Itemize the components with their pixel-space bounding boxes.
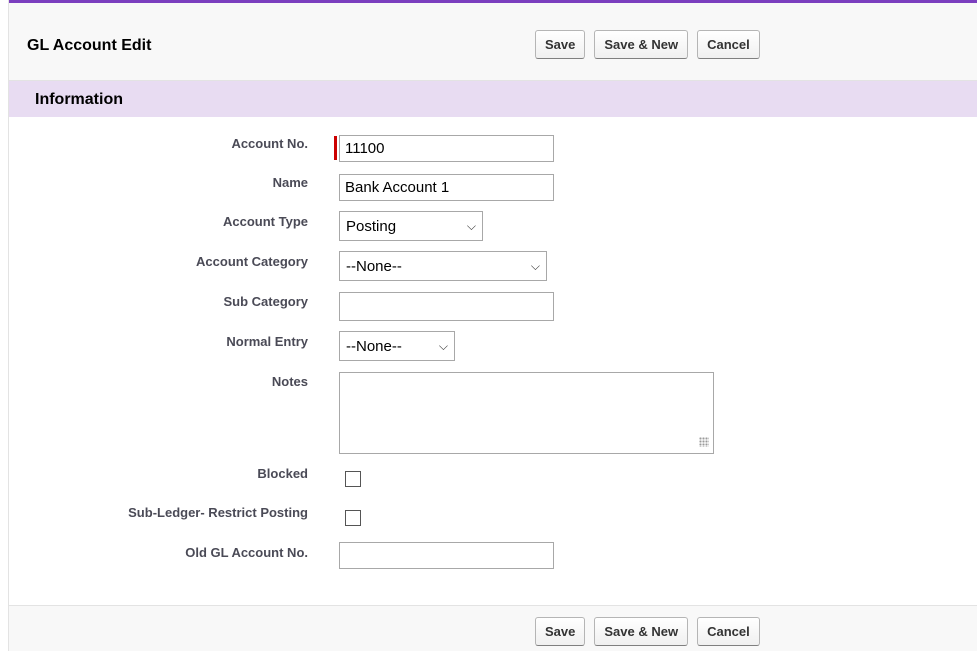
account-type-value: Posting xyxy=(346,217,397,235)
normal-entry-value: --None-- xyxy=(346,337,402,355)
account-category-value: --None-- xyxy=(346,257,402,275)
blocked-checkbox[interactable] xyxy=(345,471,361,487)
cancel-button[interactable]: Cancel xyxy=(697,30,760,59)
old-gl-account-no-label: Old GL Account No. xyxy=(185,545,308,560)
page-header: GL Account Edit xyxy=(9,3,977,81)
bottom-button-group: Save Save & New Cancel xyxy=(535,617,760,646)
name-input[interactable] xyxy=(339,174,554,201)
notes-textarea[interactable] xyxy=(339,372,714,454)
sub-ledger-label: Sub-Ledger- Restrict Posting xyxy=(128,505,308,520)
save-button[interactable]: Save xyxy=(535,617,586,646)
blocked-label: Blocked xyxy=(257,466,308,481)
required-indicator xyxy=(334,136,337,160)
account-type-label: Account Type xyxy=(223,214,308,229)
footer-bar xyxy=(9,606,977,651)
save-and-new-button[interactable]: Save & New xyxy=(594,30,689,59)
name-label: Name xyxy=(272,175,308,190)
notes-label: Notes xyxy=(271,374,308,389)
top-button-group: Save Save & New Cancel xyxy=(535,30,760,59)
sub-category-label: Sub Category xyxy=(223,294,308,309)
information-section-header: Information xyxy=(9,81,977,117)
chevron-down-icon: ⌵ xyxy=(438,338,448,353)
chevron-down-icon: ⌵ xyxy=(466,218,476,233)
normal-entry-label: Normal Entry xyxy=(226,334,308,349)
section-title: Information xyxy=(35,91,123,108)
account-category-label: Account Category xyxy=(196,254,308,269)
page-title: GL Account Edit xyxy=(27,37,152,54)
normal-entry-select[interactable]: --None-- ⌵ xyxy=(339,331,455,361)
sub-ledger-restrict-posting-checkbox[interactable] xyxy=(345,510,361,526)
account-type-select[interactable]: Posting ⌵ xyxy=(339,211,483,241)
chevron-down-icon: ⌵ xyxy=(530,258,540,273)
gl-account-edit-panel: GL Account Edit Save Save & New Cancel I… xyxy=(8,0,977,651)
account-no-label: Account No. xyxy=(231,136,308,151)
old-gl-account-no-input[interactable] xyxy=(339,542,554,569)
cancel-button[interactable]: Cancel xyxy=(697,617,760,646)
save-and-new-button[interactable]: Save & New xyxy=(594,617,689,646)
resize-grip-icon[interactable] xyxy=(699,437,709,447)
account-category-select[interactable]: --None-- ⌵ xyxy=(339,251,547,281)
sub-category-input[interactable] xyxy=(339,292,554,321)
save-button[interactable]: Save xyxy=(535,30,586,59)
account-no-input[interactable] xyxy=(339,135,554,162)
